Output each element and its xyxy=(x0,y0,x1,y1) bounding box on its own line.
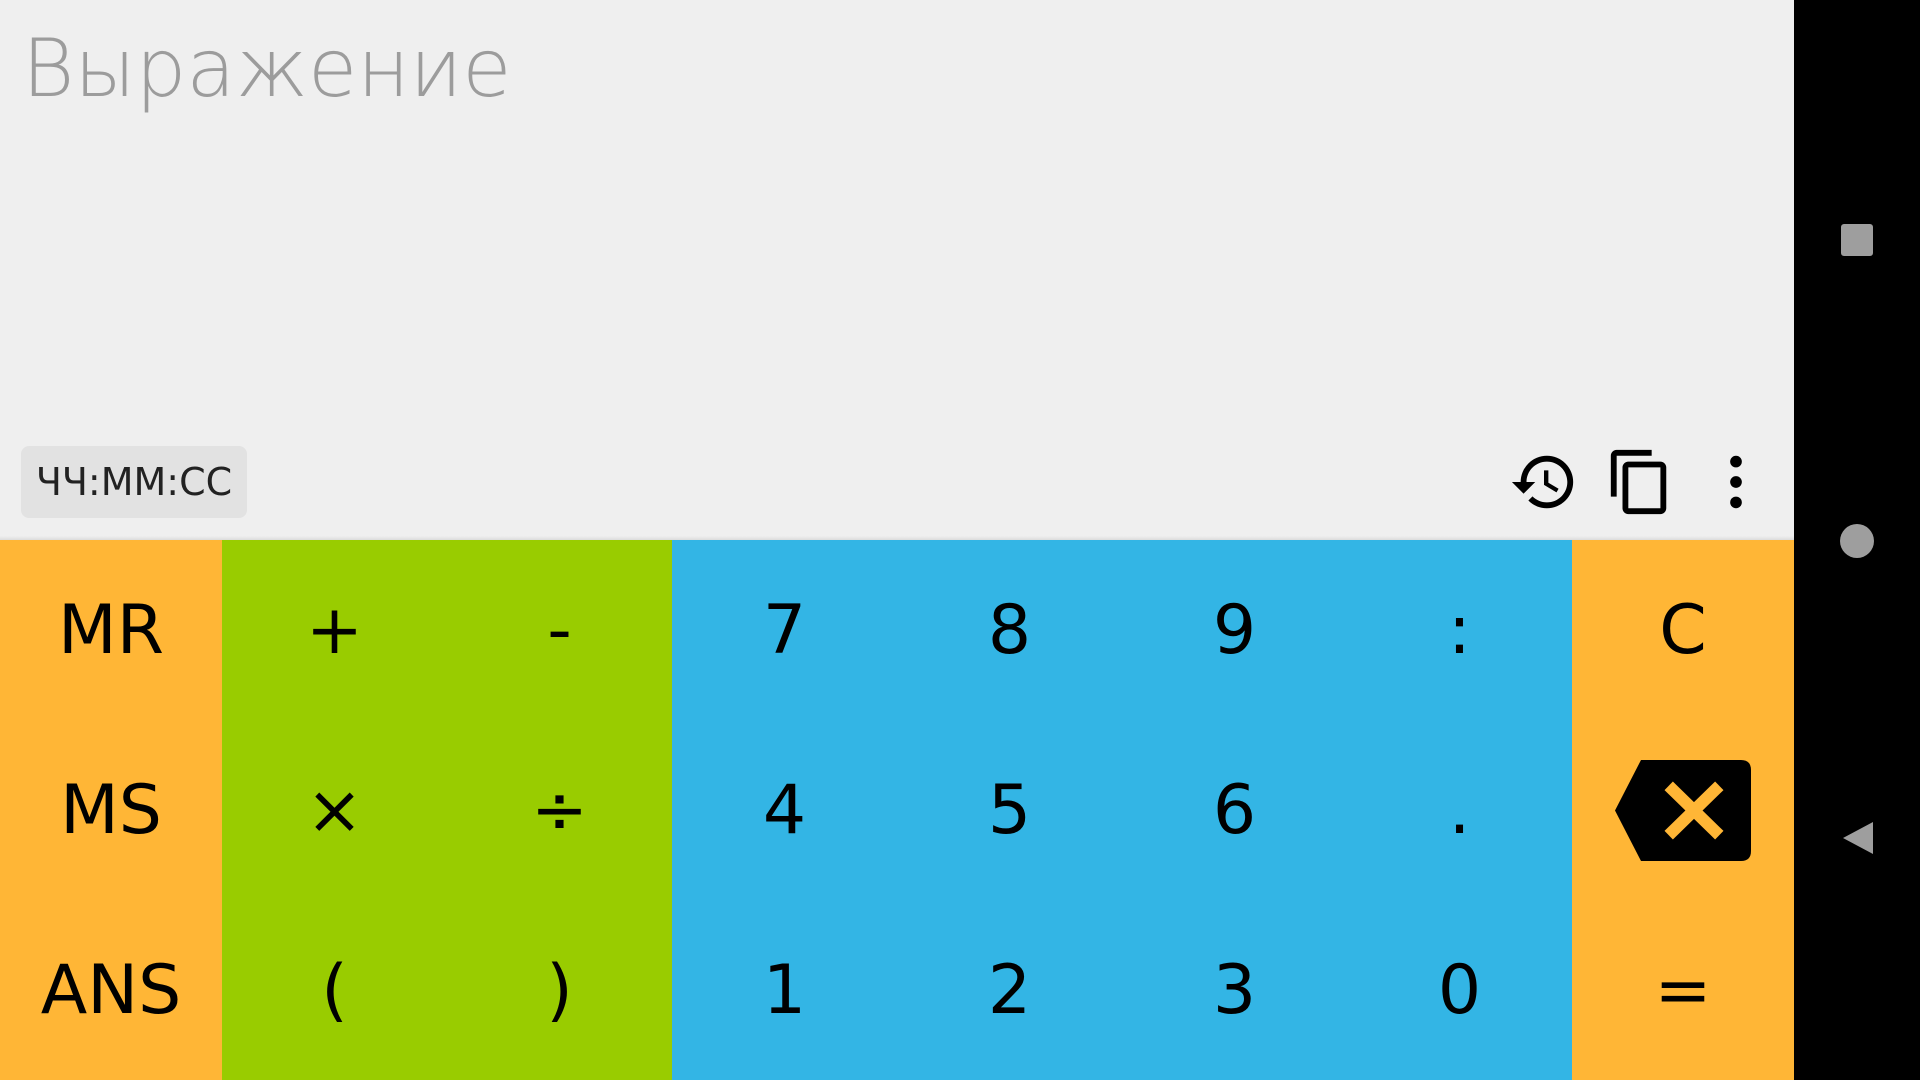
memory-recall-button[interactable]: MR xyxy=(0,540,222,720)
digit-1-button[interactable]: 1 xyxy=(672,900,897,1080)
colon-button[interactable]: : xyxy=(1347,540,1572,720)
digit-5-button[interactable]: 5 xyxy=(897,720,1122,900)
calculator-app: Выражение ЧЧ:ММ:СС MR + - 7 8 9 : C MS ×… xyxy=(0,0,1794,1080)
minus-button[interactable]: - xyxy=(447,540,672,720)
system-navigation-bar xyxy=(1794,0,1920,1080)
digit-9-button[interactable]: 9 xyxy=(1122,540,1347,720)
digit-0-button[interactable]: 0 xyxy=(1347,900,1572,1080)
history-icon[interactable] xyxy=(1504,446,1584,518)
time-format-chip[interactable]: ЧЧ:ММ:СС xyxy=(21,446,247,518)
digit-7-button[interactable]: 7 xyxy=(672,540,897,720)
close-paren-button[interactable]: ) xyxy=(447,900,672,1080)
divide-button[interactable]: ÷ xyxy=(447,720,672,900)
answer-button[interactable]: ANS xyxy=(0,900,222,1080)
digit-4-button[interactable]: 4 xyxy=(672,720,897,900)
home-circle-icon[interactable] xyxy=(1837,521,1877,561)
back-triangle-icon[interactable] xyxy=(1839,818,1879,858)
keypad: MR + - 7 8 9 : C MS × ÷ 4 5 6 . ANS ( ) … xyxy=(0,540,1794,1080)
plus-button[interactable]: + xyxy=(222,540,447,720)
copy-icon[interactable] xyxy=(1600,446,1680,518)
recents-square-icon[interactable] xyxy=(1839,222,1875,258)
memory-store-button[interactable]: MS xyxy=(0,720,222,900)
backspace-icon xyxy=(1615,759,1751,861)
digit-2-button[interactable]: 2 xyxy=(897,900,1122,1080)
digit-8-button[interactable]: 8 xyxy=(897,540,1122,720)
expression-input[interactable]: Выражение xyxy=(22,22,512,115)
equals-button[interactable]: = xyxy=(1572,900,1794,1080)
digit-3-button[interactable]: 3 xyxy=(1122,900,1347,1080)
clear-button[interactable]: C xyxy=(1572,540,1794,720)
multiply-button[interactable]: × xyxy=(222,720,447,900)
digit-6-button[interactable]: 6 xyxy=(1122,720,1347,900)
open-paren-button[interactable]: ( xyxy=(222,900,447,1080)
backspace-button[interactable] xyxy=(1572,720,1794,900)
more-vert-icon[interactable] xyxy=(1696,446,1776,518)
decimal-point-button[interactable]: . xyxy=(1347,720,1572,900)
